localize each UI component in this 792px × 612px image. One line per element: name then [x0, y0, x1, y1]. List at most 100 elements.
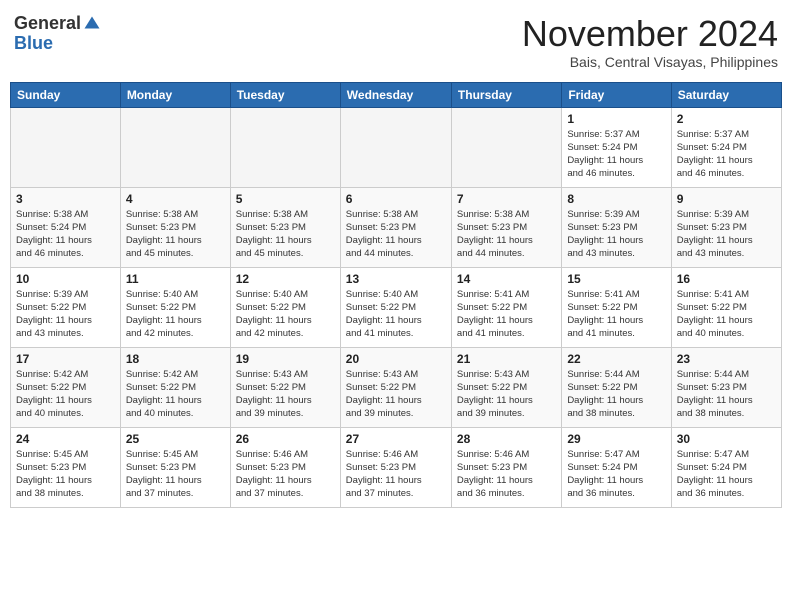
- day-info: Sunrise: 5:42 AM Sunset: 5:22 PM Dayligh…: [16, 368, 115, 421]
- logo: General Blue: [14, 14, 101, 54]
- logo-general-text: General: [14, 14, 81, 34]
- day-info: Sunrise: 5:46 AM Sunset: 5:23 PM Dayligh…: [236, 448, 335, 501]
- col-header-friday: Friday: [562, 82, 671, 107]
- day-info: Sunrise: 5:43 AM Sunset: 5:22 PM Dayligh…: [346, 368, 446, 421]
- day-number: 7: [457, 192, 556, 206]
- calendar-header-row: SundayMondayTuesdayWednesdayThursdayFrid…: [11, 82, 782, 107]
- calendar-cell: 10 Sunrise: 5:39 AM Sunset: 5:22 PM Dayli…: [11, 267, 121, 347]
- day-number: 28: [457, 432, 556, 446]
- day-number: 3: [16, 192, 115, 206]
- day-info: Sunrise: 5:39 AM Sunset: 5:23 PM Dayligh…: [567, 208, 665, 261]
- day-info: Sunrise: 5:41 AM Sunset: 5:22 PM Dayligh…: [567, 288, 665, 341]
- calendar-cell: 21 Sunrise: 5:43 AM Sunset: 5:22 PM Dayli…: [451, 347, 561, 427]
- calendar-cell: 8Sunrise: 5:39 AM Sunset: 5:23 PM Daylig…: [562, 187, 671, 267]
- day-number: 27: [346, 432, 446, 446]
- day-number: 17: [16, 352, 115, 366]
- logo-icon: [83, 15, 101, 33]
- day-info: Sunrise: 5:45 AM Sunset: 5:23 PM Dayligh…: [16, 448, 115, 501]
- day-number: 25: [126, 432, 225, 446]
- calendar-cell: 24 Sunrise: 5:45 AM Sunset: 5:23 PM Dayli…: [11, 427, 121, 507]
- day-number: 16: [677, 272, 776, 286]
- day-info: Sunrise: 5:39 AM Sunset: 5:22 PM Dayligh…: [16, 288, 115, 341]
- col-header-saturday: Saturday: [671, 82, 781, 107]
- day-info: Sunrise: 5:41 AM Sunset: 5:22 PM Dayligh…: [457, 288, 556, 341]
- col-header-tuesday: Tuesday: [230, 82, 340, 107]
- day-info: Sunrise: 5:47 AM Sunset: 5:24 PM Dayligh…: [567, 448, 665, 501]
- day-info: Sunrise: 5:44 AM Sunset: 5:23 PM Dayligh…: [677, 368, 776, 421]
- day-info: Sunrise: 5:47 AM Sunset: 5:24 PM Dayligh…: [677, 448, 776, 501]
- day-number: 24: [16, 432, 115, 446]
- day-number: 29: [567, 432, 665, 446]
- calendar-cell: 25 Sunrise: 5:45 AM Sunset: 5:23 PM Dayli…: [120, 427, 230, 507]
- day-info: Sunrise: 5:38 AM Sunset: 5:23 PM Dayligh…: [457, 208, 556, 261]
- calendar-cell: 26 Sunrise: 5:46 AM Sunset: 5:23 PM Dayli…: [230, 427, 340, 507]
- day-info: Sunrise: 5:43 AM Sunset: 5:22 PM Dayligh…: [236, 368, 335, 421]
- day-number: 11: [126, 272, 225, 286]
- day-info: Sunrise: 5:38 AM Sunset: 5:23 PM Dayligh…: [236, 208, 335, 261]
- day-number: 13: [346, 272, 446, 286]
- calendar-cell: 14Sunrise: 5:41 AM Sunset: 5:22 PM Dayli…: [451, 267, 561, 347]
- day-number: 26: [236, 432, 335, 446]
- calendar-cell: 1 Sunrise: 5:37 AM Sunset: 5:24 PM Daylig…: [562, 107, 671, 187]
- day-number: 2: [677, 112, 776, 126]
- calendar-cell: 3 Sunrise: 5:38 AM Sunset: 5:24 PM Daylig…: [11, 187, 121, 267]
- calendar-cell: [11, 107, 121, 187]
- calendar-cell: 12Sunrise: 5:40 AM Sunset: 5:22 PM Dayli…: [230, 267, 340, 347]
- calendar-cell: 27Sunrise: 5:46 AM Sunset: 5:23 PM Dayli…: [340, 427, 451, 507]
- calendar-cell: 22 Sunrise: 5:44 AM Sunset: 5:22 PM Dayli…: [562, 347, 671, 427]
- day-number: 18: [126, 352, 225, 366]
- calendar-cell: 20Sunrise: 5:43 AM Sunset: 5:22 PM Dayli…: [340, 347, 451, 427]
- day-number: 15: [567, 272, 665, 286]
- week-row-1: 3 Sunrise: 5:38 AM Sunset: 5:24 PM Daylig…: [11, 187, 782, 267]
- calendar-cell: 19 Sunrise: 5:43 AM Sunset: 5:22 PM Dayli…: [230, 347, 340, 427]
- calendar-cell: 4 Sunrise: 5:38 AM Sunset: 5:23 PM Daylig…: [120, 187, 230, 267]
- day-info: Sunrise: 5:37 AM Sunset: 5:24 PM Dayligh…: [677, 128, 776, 181]
- day-number: 4: [126, 192, 225, 206]
- day-info: Sunrise: 5:44 AM Sunset: 5:22 PM Dayligh…: [567, 368, 665, 421]
- calendar-cell: [230, 107, 340, 187]
- week-row-0: 1 Sunrise: 5:37 AM Sunset: 5:24 PM Daylig…: [11, 107, 782, 187]
- calendar-cell: 30 Sunrise: 5:47 AM Sunset: 5:24 PM Dayli…: [671, 427, 781, 507]
- col-header-sunday: Sunday: [11, 82, 121, 107]
- month-title: November 2024: [522, 14, 778, 54]
- day-info: Sunrise: 5:40 AM Sunset: 5:22 PM Dayligh…: [126, 288, 225, 341]
- calendar-cell: [451, 107, 561, 187]
- day-info: Sunrise: 5:38 AM Sunset: 5:24 PM Dayligh…: [16, 208, 115, 261]
- day-number: 21: [457, 352, 556, 366]
- calendar-cell: 11 Sunrise: 5:40 AM Sunset: 5:22 PM Dayli…: [120, 267, 230, 347]
- day-number: 6: [346, 192, 446, 206]
- day-info: Sunrise: 5:45 AM Sunset: 5:23 PM Dayligh…: [126, 448, 225, 501]
- day-number: 1: [567, 112, 665, 126]
- day-info: Sunrise: 5:37 AM Sunset: 5:24 PM Dayligh…: [567, 128, 665, 181]
- day-info: Sunrise: 5:46 AM Sunset: 5:23 PM Dayligh…: [457, 448, 556, 501]
- calendar-cell: 28 Sunrise: 5:46 AM Sunset: 5:23 PM Dayli…: [451, 427, 561, 507]
- calendar-cell: 29 Sunrise: 5:47 AM Sunset: 5:24 PM Dayli…: [562, 427, 671, 507]
- day-info: Sunrise: 5:40 AM Sunset: 5:22 PM Dayligh…: [346, 288, 446, 341]
- day-number: 22: [567, 352, 665, 366]
- calendar-cell: 17 Sunrise: 5:42 AM Sunset: 5:22 PM Dayli…: [11, 347, 121, 427]
- day-info: Sunrise: 5:38 AM Sunset: 5:23 PM Dayligh…: [126, 208, 225, 261]
- week-row-2: 10 Sunrise: 5:39 AM Sunset: 5:22 PM Dayli…: [11, 267, 782, 347]
- location-text: Bais, Central Visayas, Philippines: [522, 54, 778, 70]
- calendar-cell: 16Sunrise: 5:41 AM Sunset: 5:22 PM Dayli…: [671, 267, 781, 347]
- week-row-3: 17 Sunrise: 5:42 AM Sunset: 5:22 PM Dayli…: [11, 347, 782, 427]
- calendar-cell: 15 Sunrise: 5:41 AM Sunset: 5:22 PM Dayli…: [562, 267, 671, 347]
- logo-blue-text: Blue: [14, 34, 53, 54]
- calendar-cell: 23Sunrise: 5:44 AM Sunset: 5:23 PM Dayli…: [671, 347, 781, 427]
- week-row-4: 24 Sunrise: 5:45 AM Sunset: 5:23 PM Dayli…: [11, 427, 782, 507]
- day-number: 10: [16, 272, 115, 286]
- day-info: Sunrise: 5:42 AM Sunset: 5:22 PM Dayligh…: [126, 368, 225, 421]
- day-info: Sunrise: 5:43 AM Sunset: 5:22 PM Dayligh…: [457, 368, 556, 421]
- calendar-cell: [340, 107, 451, 187]
- day-number: 19: [236, 352, 335, 366]
- title-block: November 2024 Bais, Central Visayas, Phi…: [522, 14, 778, 70]
- day-info: Sunrise: 5:38 AM Sunset: 5:23 PM Dayligh…: [346, 208, 446, 261]
- col-header-wednesday: Wednesday: [340, 82, 451, 107]
- day-number: 9: [677, 192, 776, 206]
- calendar-cell: 7 Sunrise: 5:38 AM Sunset: 5:23 PM Daylig…: [451, 187, 561, 267]
- day-number: 30: [677, 432, 776, 446]
- day-number: 5: [236, 192, 335, 206]
- col-header-thursday: Thursday: [451, 82, 561, 107]
- calendar-cell: 13 Sunrise: 5:40 AM Sunset: 5:22 PM Dayli…: [340, 267, 451, 347]
- calendar-cell: 2 Sunrise: 5:37 AM Sunset: 5:24 PM Daylig…: [671, 107, 781, 187]
